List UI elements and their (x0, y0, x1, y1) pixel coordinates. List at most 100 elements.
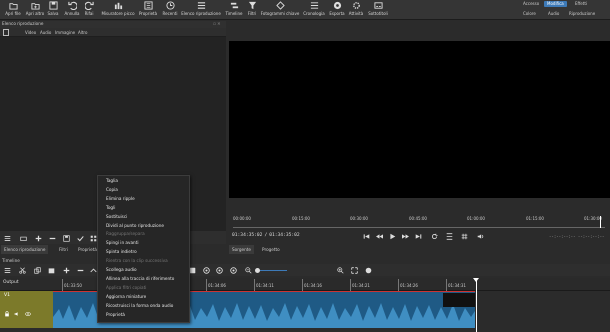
play-button[interactable] (388, 232, 396, 240)
context-menu-item[interactable]: Allinea alla traccia di riferimento (106, 276, 174, 281)
grid-icon (461, 233, 467, 239)
playlist-update-button[interactable] (62, 234, 70, 242)
panel-float-icon[interactable]: ▫ ✕ (213, 21, 221, 27)
timeline-menu-button[interactable] (3, 266, 11, 274)
context-menu-item[interactable]: Ricostruisci la forma onda audio (106, 303, 173, 308)
history-button[interactable]: Cronologia (303, 1, 325, 19)
context-menu-item[interactable]: Copia (106, 187, 118, 192)
context-menu-item[interactable]: Togli (106, 205, 115, 210)
list-view-icon[interactable] (3, 29, 9, 36)
export-button[interactable]: Esporta (328, 1, 346, 19)
timeline-paste-button[interactable] (47, 266, 55, 274)
tab-other[interactable]: Altro (78, 30, 87, 35)
tab-project[interactable]: Progetto (259, 245, 283, 254)
lock-icon[interactable] (4, 302, 10, 317)
grid-button[interactable] (460, 232, 468, 240)
tab-video[interactable]: Video (25, 30, 36, 35)
export-label: Esporta (329, 11, 345, 16)
timeline-scrub-button[interactable] (215, 266, 223, 274)
timeline-append-button[interactable] (62, 266, 70, 274)
tab-image[interactable]: Immagine (55, 30, 75, 35)
timeline-snap-button[interactable] (202, 266, 210, 274)
open-other-button[interactable]: Apri altro (24, 1, 46, 19)
context-menu-item[interactable]: Elimina ripple (106, 196, 135, 201)
peak-meter-button[interactable]: Misuratore picco (100, 1, 136, 19)
zoom-out-button[interactable] (244, 266, 252, 274)
playlist-button[interactable]: Elenco riproduzione (181, 1, 221, 19)
context-menu-item[interactable]: Aggiorna miniature (106, 294, 146, 299)
jobs-button[interactable]: Attività (348, 1, 364, 19)
layout-player-button[interactable]: Riproduzione (566, 11, 598, 17)
timeline-cut-button[interactable] (18, 266, 26, 274)
playlist-check-button[interactable] (76, 234, 84, 242)
video-preview[interactable] (229, 41, 610, 198)
playlist-add-button[interactable] (34, 234, 42, 242)
tab-source[interactable]: Sorgente (229, 245, 254, 254)
tab-filters[interactable]: Filtri (56, 245, 71, 254)
context-menu-item[interactable]: Dividi al punto riproduzione (106, 223, 164, 228)
append-icon (19, 236, 27, 241)
redo-label: Rifai (84, 11, 94, 16)
zoom-in-button[interactable] (336, 266, 344, 274)
layout-effects-button[interactable]: Effetti (572, 1, 590, 7)
timecode-current[interactable]: 01:34:35:02 (232, 233, 262, 238)
layout-logging-button[interactable]: Accesso (520, 1, 542, 7)
properties-button[interactable]: Proprietà (138, 1, 158, 19)
playlist-remove-button[interactable] (48, 234, 56, 242)
subtitles-button[interactable]: Sottotitoli (367, 1, 389, 19)
tab-playlist[interactable]: Elenco riproduzione (1, 245, 49, 254)
timeline-playhead[interactable] (476, 279, 477, 332)
out-point[interactable]: --:--:--:-- (578, 234, 605, 239)
playlist-grid-view-button[interactable] (89, 234, 97, 242)
timeline-lift-button[interactable] (89, 266, 97, 274)
playlist-title: Elenco riproduzione (2, 21, 44, 26)
skip-to-end-button[interactable] (414, 232, 422, 240)
timeline-button[interactable]: Timeline (225, 1, 243, 19)
open-other-label: Apri altro (25, 11, 45, 16)
zoom-button[interactable] (445, 232, 453, 240)
ruler-line (350, 279, 351, 291)
context-menu-item[interactable]: Scollega audio (106, 267, 137, 272)
timeline-ruler-tick: 01:34:06 (208, 283, 226, 288)
save-button[interactable]: Salva (46, 1, 60, 19)
loop-icon (431, 233, 438, 239)
context-menu-item[interactable]: Spingi in avanti (106, 240, 139, 245)
timeline-icon (230, 1, 239, 10)
context-menu-item[interactable]: Spinta indietro (106, 249, 137, 254)
timeline-copy-button[interactable] (33, 266, 41, 274)
playlist-append-button[interactable] (19, 234, 27, 242)
zoom-fit-button[interactable] (350, 266, 358, 274)
tab-audio[interactable]: Audio (40, 30, 51, 35)
mute-icon[interactable] (14, 302, 20, 316)
player-playhead[interactable] (600, 216, 601, 228)
keyframes-button[interactable]: Fotogrammi chiave (261, 1, 299, 19)
context-menu-item[interactable]: Sostituisci (106, 214, 127, 219)
layout-editing-button[interactable]: Modifica (544, 1, 567, 7)
context-menu-item[interactable]: Taglia (106, 178, 118, 183)
filters-button[interactable]: Filtri (245, 1, 259, 19)
layout-audio-button[interactable]: Audio (545, 11, 562, 17)
redo-button[interactable]: Rifai (82, 1, 96, 19)
zoom-slider-handle[interactable] (255, 268, 260, 273)
volume-button[interactable] (476, 232, 484, 240)
player-ruler[interactable]: 00:00:00 00:15:00 00:30:00 00:45:00 01:0… (233, 216, 605, 228)
timeline-record-button[interactable] (364, 266, 372, 274)
skip-end-icon (415, 233, 421, 239)
skip-to-start-button[interactable] (362, 232, 370, 240)
zoom-slider-track[interactable] (257, 270, 287, 271)
recent-button[interactable]: Recenti (161, 1, 179, 19)
layout-color-button[interactable]: Colore (520, 11, 539, 17)
loop-button[interactable] (430, 232, 438, 240)
subtitles-label: Sottotitoli (368, 11, 388, 16)
open-file-button[interactable]: Apri file (4, 1, 22, 19)
timeline-ripple-all-button[interactable] (229, 266, 237, 274)
playlist-menu-button[interactable] (3, 234, 11, 242)
undo-button[interactable]: Annulla (64, 1, 80, 19)
timeline-remove-button[interactable] (76, 266, 84, 274)
rewind-button[interactable] (375, 232, 383, 240)
context-menu-item[interactable]: Proprietà (106, 312, 125, 317)
fast-forward-button[interactable] (401, 232, 409, 240)
save-icon (48, 1, 58, 10)
eye-icon[interactable] (25, 302, 31, 316)
in-point[interactable]: --:--:--:-- (549, 234, 576, 239)
